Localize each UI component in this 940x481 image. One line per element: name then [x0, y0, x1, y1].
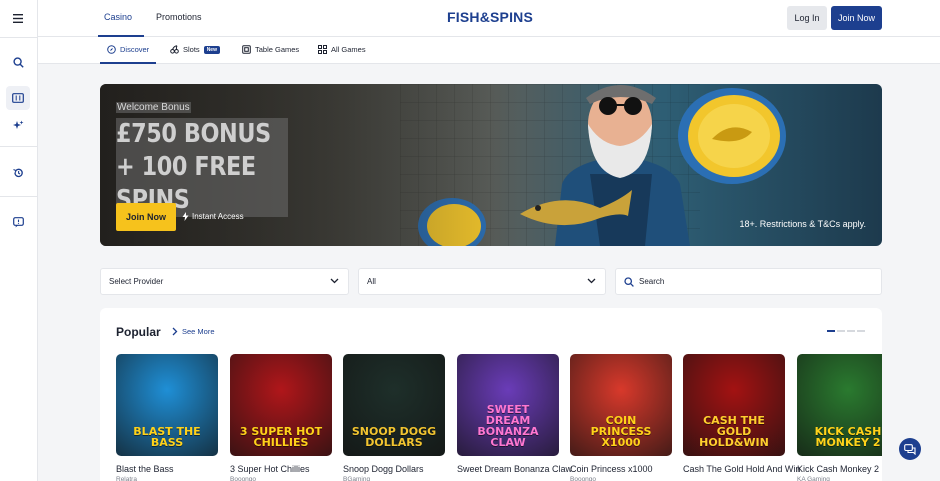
game-tile[interactable]: SWEET DREAM BONANZA CLAW [457, 354, 559, 456]
tab-promotions[interactable]: Promotions [156, 12, 202, 22]
search-input[interactable]: Search [615, 268, 882, 295]
join-now-button[interactable]: Join Now [831, 6, 882, 30]
game-provider: BGaming [343, 476, 371, 481]
sub-nav: Discover Slots New Table Games All Games [38, 37, 940, 64]
subnav-table-games-label: Table Games [255, 45, 300, 54]
hero-kicker: Welcome Bonus [116, 102, 191, 113]
game-tile[interactable]: COIN PRINCESS X1000 [570, 354, 672, 456]
carousel-dot[interactable] [847, 330, 855, 332]
subnav-active-underline [100, 62, 156, 64]
carousel-dot[interactable] [827, 330, 835, 332]
menu-icon[interactable] [6, 6, 30, 30]
hero-banner[interactable]: Welcome Bonus £750 BONUS + 100 FREE SPIN… [100, 84, 882, 246]
carousel-pagination[interactable] [827, 330, 865, 332]
provider-select-value: Select Provider [109, 277, 164, 286]
game-provider: Relatra [116, 476, 137, 481]
history-icon[interactable] [6, 161, 30, 185]
lightning-icon [182, 212, 189, 221]
game-title[interactable]: Cash The Gold Hold And Win [683, 464, 800, 474]
game-provider: Booongo [230, 476, 257, 481]
subnav-slots[interactable]: Slots New [170, 45, 220, 54]
search-icon [624, 276, 634, 287]
category-select[interactable]: All [358, 268, 606, 295]
new-badge: New [203, 45, 220, 54]
cherry-icon [170, 45, 179, 54]
game-tile[interactable]: BLAST THE BASS [116, 354, 218, 456]
game-tile-art: BLAST THE BASS [133, 425, 201, 449]
game-tile[interactable]: 3 SUPER HOT CHILLIES [230, 354, 332, 456]
logo[interactable]: FISH&SPINS [447, 9, 533, 25]
see-more-label: See More [182, 327, 215, 336]
game-title[interactable]: Kick Cash Monkey 2 [797, 464, 882, 474]
live-chat-button[interactable] [899, 438, 921, 460]
popular-section: Popular See More BLAST THE BASS Blast the… [100, 308, 882, 481]
game-title[interactable]: Snoop Dogg Dollars [343, 464, 453, 474]
provider-select[interactable]: Select Provider [100, 268, 349, 295]
grid-icon [318, 45, 327, 54]
subnav-discover[interactable]: Discover [107, 45, 149, 54]
game-title[interactable]: Sweet Dream Bonanza Claw [457, 464, 572, 474]
subnav-slots-label: Slots [183, 45, 200, 54]
subnav-table-games[interactable]: Table Games [242, 45, 299, 54]
game-title[interactable]: 3 Super Hot Chillies [230, 464, 340, 474]
section-title: Popular [116, 325, 161, 339]
subnav-all-games[interactable]: All Games [318, 45, 366, 54]
see-more-link[interactable]: See More [172, 327, 215, 336]
sparkle-icon[interactable] [6, 113, 30, 137]
game-tile-art: SWEET DREAM BONANZA CLAW [477, 403, 539, 449]
tab-casino[interactable]: Casino [104, 12, 132, 22]
hero-instant-label: Instant Access [192, 212, 244, 221]
carousel-dot[interactable] [837, 330, 845, 332]
table-icon [242, 45, 251, 54]
top-bar: Casino Promotions FISH&SPINS Log In Join… [38, 0, 940, 37]
login-button[interactable]: Log In [787, 6, 827, 30]
compass-icon [107, 45, 116, 54]
game-title[interactable]: Blast the Bass [116, 464, 226, 474]
slot-machine-icon[interactable] [6, 86, 30, 110]
chevron-down-icon [587, 278, 596, 284]
hero-instant-access: Instant Access [182, 212, 244, 221]
game-tile-art: SNOOP DOGG DOLLARS [351, 425, 437, 449]
game-provider: KA Gaming [797, 476, 830, 481]
search-placeholder: Search [639, 277, 665, 286]
hero-join-now-button[interactable]: Join Now [116, 203, 176, 231]
game-tile-art: CASH THE GOLD HOLD&WIN [699, 414, 769, 449]
game-tile-art: 3 SUPER HOT CHILLIES [239, 425, 323, 449]
chat-icon [904, 443, 916, 455]
category-select-value: All [367, 277, 376, 286]
game-tile[interactable]: CASH THE GOLD HOLD&WIN [683, 354, 785, 456]
hero-terms: 18+. Restrictions & T&Cs apply. [739, 219, 866, 229]
subnav-all-games-label: All Games [331, 45, 366, 54]
game-tile-art: COIN PRINCESS X1000 [590, 414, 652, 449]
game-tile[interactable]: SNOOP DOGG DOLLARS [343, 354, 445, 456]
game-tile[interactable]: KICK CASH MONKEY 2 [797, 354, 882, 456]
search-icon[interactable] [6, 50, 30, 74]
game-tile-art: KICK CASH MONKEY 2 [814, 425, 882, 449]
chat-help-icon[interactable] [6, 210, 30, 234]
subnav-discover-label: Discover [120, 45, 150, 54]
left-rail [0, 0, 38, 481]
game-title[interactable]: Coin Princess x1000 [570, 464, 680, 474]
game-provider: Booongo [570, 476, 597, 481]
chevron-down-icon [330, 278, 339, 284]
chevron-right-icon [172, 327, 178, 336]
carousel-dot[interactable] [857, 330, 865, 332]
